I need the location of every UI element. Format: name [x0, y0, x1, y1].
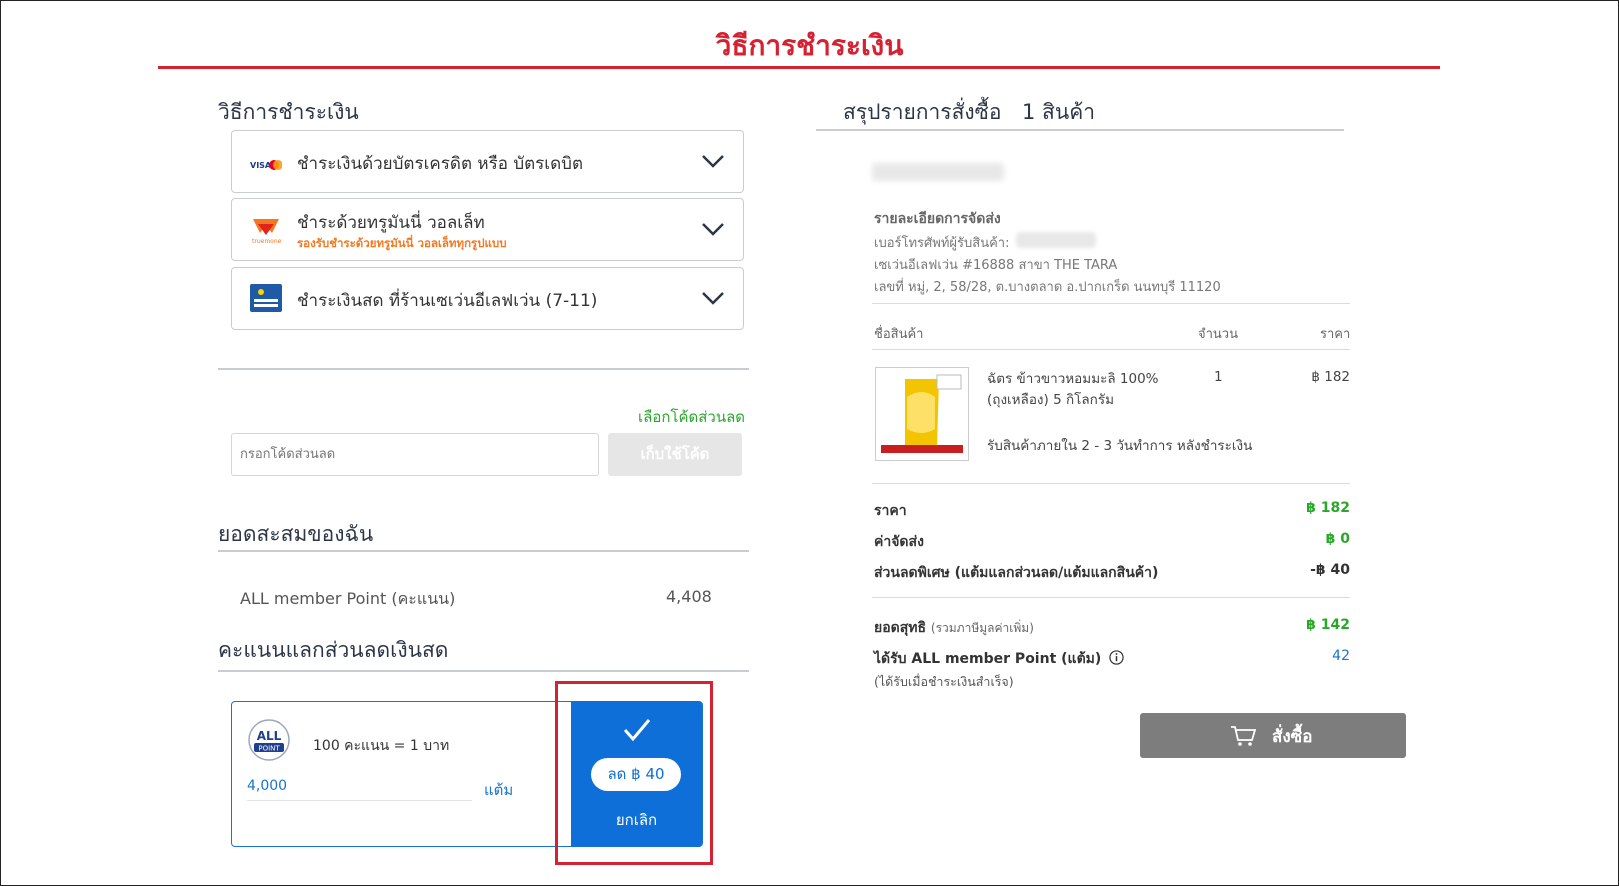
- earn-points-value: 42: [1332, 648, 1350, 664]
- divider: [816, 129, 1344, 131]
- counter-service-icon: [250, 284, 282, 312]
- coupon-input[interactable]: [231, 433, 599, 476]
- divider: [872, 349, 1350, 350]
- product-image: [875, 367, 969, 461]
- divider: [872, 483, 1350, 484]
- col-header-price: ราคา: [1320, 327, 1351, 342]
- product-name: ฉัตร ข้าวขาวหอมมะลิ 100% (ถุงเหลือง) 5 ก…: [987, 371, 1159, 408]
- payment-method-card-label: ชำระเงินด้วยบัตรเครดิต หรือ บัตรเดบิต: [297, 154, 583, 174]
- col-header-name: ชื่อสินค้า: [874, 327, 924, 342]
- visa-mastercard-icon: VISA: [250, 160, 282, 170]
- all-point-logo-subtext: POINT: [258, 745, 280, 753]
- redeem-rate: 100 คะแนน = 1 บาท: [313, 738, 450, 754]
- divider: [218, 550, 749, 552]
- info-icon[interactable]: [1109, 650, 1124, 665]
- place-order-label: สั่งซื้อ: [1272, 727, 1313, 747]
- delivery-note: รับสินค้าภายใน 2 - 3 วันทำการ หลังชำระเง…: [987, 438, 1253, 454]
- summary-title: สรุปรายการสั่งซื้อ: [843, 100, 1002, 124]
- redeem-amount-input[interactable]: 4,000: [247, 778, 472, 801]
- total-price-label: ราคา: [874, 503, 907, 519]
- points-section-title: ยอดสะสมของฉัน: [218, 522, 374, 546]
- payment-method-card[interactable]: VISA ชำระเงินด้วยบัตรเครดิต หรือ บัตรเดบ…: [231, 130, 744, 193]
- all-point-logo-icon: ALL POINT: [248, 719, 290, 761]
- chevron-down-icon[interactable]: [701, 291, 725, 305]
- payment-method-7eleven-label: ชำระเงินสด ที่ร้านเซเว่นอีเลฟเว่น (7-11): [297, 291, 598, 311]
- title-divider: [158, 66, 1440, 69]
- shipping-fee-value: ฿ 0: [1325, 531, 1350, 547]
- truemoney-icon: truemoney: [252, 219, 282, 245]
- payment-method-7eleven[interactable]: ชำระเงินสด ที่ร้านเซเว่นอีเลฟเว่น (7-11): [231, 267, 744, 330]
- phone-redacted: [1016, 232, 1096, 248]
- cart-icon: [1231, 726, 1256, 746]
- product-qty: 1: [1214, 369, 1223, 385]
- select-coupon-link[interactable]: เลือกโค้ดส่วนลด: [638, 405, 745, 429]
- net-total-label: ยอดสุทธิ (รวมภาษีมูลค่าเพิ่ม): [874, 617, 1034, 639]
- earn-points-label-text: ได้รับ ALL member Point (แต้ม): [874, 651, 1102, 667]
- net-total-label-text: ยอดสุทธิ: [874, 620, 927, 636]
- place-order-button[interactable]: สั่งซื้อ: [1140, 713, 1406, 758]
- divider: [218, 670, 749, 672]
- svg-text:VISA: VISA: [250, 161, 272, 170]
- shipping-fee-label: ค่าจัดส่ง: [874, 534, 924, 550]
- apply-coupon-button[interactable]: เก็บใช้โค้ด: [608, 433, 742, 476]
- net-total-note: (รวมภาษีมูลค่าเพิ่ม): [930, 621, 1034, 635]
- highlight-box: [555, 681, 713, 865]
- discount-label: ส่วนลดพิเศษ (แต้มแลกส่วนลด/แต้มแลกสินค้า…: [874, 565, 1159, 581]
- chevron-down-icon[interactable]: [701, 222, 725, 236]
- store-name: เซเว่นอีเลฟเว่น #16888 สาขา THE TARA: [874, 258, 1118, 273]
- payment-section-title: วิธีการชำระเงิน: [218, 100, 359, 124]
- store-address: เลขที่ หมู่, 2, 58/28, ต.บางตลาด อ.ปากเก…: [874, 280, 1221, 295]
- recipient-name-redacted: [872, 163, 1004, 181]
- net-total-value: ฿ 142: [1306, 617, 1350, 633]
- payment-method-truemoney-label: ชำระด้วยทรูมันนี่ วอลเล็ท: [297, 213, 485, 233]
- points-label: ALL member Point (คะแนน): [240, 589, 456, 608]
- chevron-down-icon[interactable]: [701, 154, 725, 168]
- redeem-unit: แต้ม: [484, 781, 514, 799]
- earn-points-note: (ได้รับเมื่อชำระเงินสำเร็จ): [874, 674, 1014, 689]
- discount-value: -฿ 40: [1310, 562, 1350, 578]
- phone-label: เบอร์โทรศัพท์ผู้รับสินค้า:: [874, 236, 1010, 251]
- svg-text:truemoney: truemoney: [252, 238, 282, 245]
- earn-points-label: ได้รับ ALL member Point (แต้ม): [874, 648, 1124, 670]
- payment-method-truemoney[interactable]: truemoney ชำระด้วยทรูมันนี่ วอลเล็ท รองร…: [231, 198, 744, 261]
- total-price-value: ฿ 182: [1306, 500, 1350, 516]
- all-point-logo-text: ALL: [257, 729, 282, 743]
- divider: [872, 303, 1350, 304]
- summary-item-count: 1 สินค้า: [1022, 100, 1096, 124]
- redeem-section-title: คะแนนแลกส่วนลดเงินสด: [218, 638, 449, 662]
- points-value: 4,408: [666, 587, 712, 606]
- divider: [218, 368, 749, 370]
- product-price: ฿ 182: [1311, 369, 1350, 385]
- shipping-title: รายละเอียดการจัดส่ง: [874, 211, 1001, 227]
- truemoney-subtitle: รองรับชำระด้วยทรูมันนี่ วอลเล็ททุกรูปแบบ: [297, 236, 507, 250]
- col-header-qty: จำนวน: [1198, 327, 1238, 342]
- page-title: วิธีการชำระเงิน: [715, 29, 904, 62]
- divider: [872, 597, 1350, 598]
